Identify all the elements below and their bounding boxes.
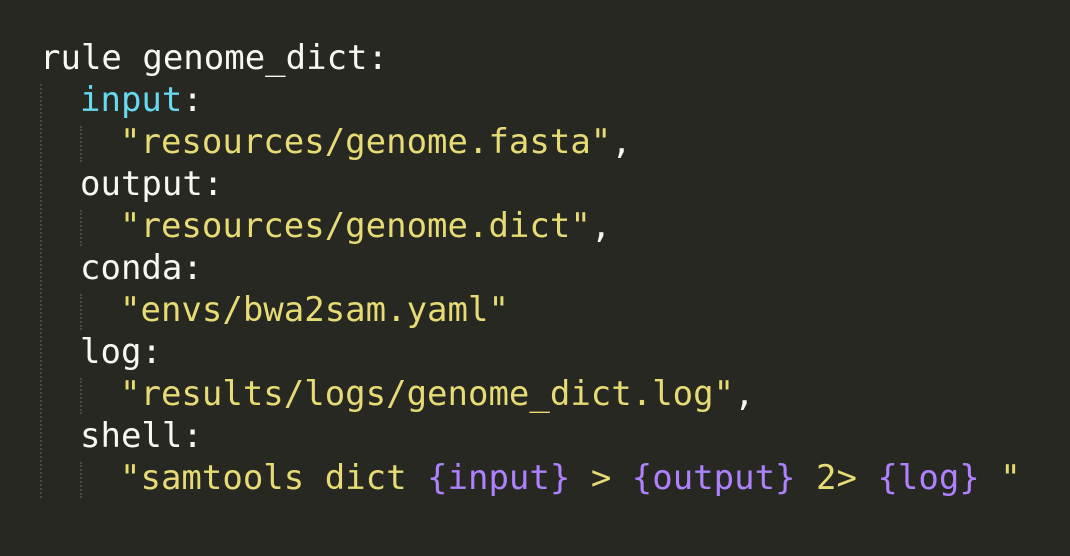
code-token-plain: shell: [80,416,203,456]
code-line[interactable]: "results/logs/genome_dict.log", [120,373,755,415]
indent-guide-level-2-output [80,210,82,246]
code-token-plain: output: [80,164,224,204]
code-token-plain: , [590,206,612,246]
indent-guide-level-2-input [80,126,82,162]
code-line[interactable]: "resources/genome.fasta", [120,121,632,163]
code-token-str: > [570,458,632,498]
code-line[interactable]: shell: [80,415,203,457]
code-token-str: "results/logs/genome_dict.log" [120,374,735,414]
code-token-plain: rule genome_dict: [40,38,388,78]
indent-guide-level-2-shell [80,462,82,498]
code-line[interactable]: "resources/genome.dict", [120,205,611,247]
code-token-plain: : [182,80,203,120]
code-token-plain: conda: [80,248,203,288]
code-token-str: "resources/genome.fasta" [120,122,612,162]
code-token-str: "resources/genome.dict" [120,206,591,246]
code-token-str: "samtools dict [120,458,428,498]
code-token-interp: {input} [427,458,571,498]
indent-guide-level-2-log [80,378,82,414]
code-token-plain: log: [80,332,162,372]
code-line[interactable]: log: [80,331,162,373]
code-token-str: " [979,458,1021,498]
code-line[interactable]: input: [80,79,203,121]
code-line[interactable]: conda: [80,247,203,289]
indent-guide-level-2-conda [80,294,82,330]
code-token-interp: {log} [877,458,980,498]
code-editor[interactable]: rule genome_dict: input: "resources/genome… [0,0,1070,556]
code-line[interactable]: rule genome_dict: [40,37,388,79]
code-line[interactable]: "samtools dict {input} > {output} 2> {lo… [120,457,1021,499]
code-token-interp: {output} [631,458,796,498]
code-line[interactable]: output: [80,163,223,205]
code-token-str: "envs/bwa2sam.yaml" [120,290,509,330]
code-line[interactable]: "envs/bwa2sam.yaml" [120,289,509,331]
code-token-str: 2> [795,458,878,498]
code-token-builtin: input [80,80,183,120]
code-token-plain: , [734,374,755,414]
code-token-plain: , [611,122,632,162]
indent-guide-level-1 [40,84,42,498]
